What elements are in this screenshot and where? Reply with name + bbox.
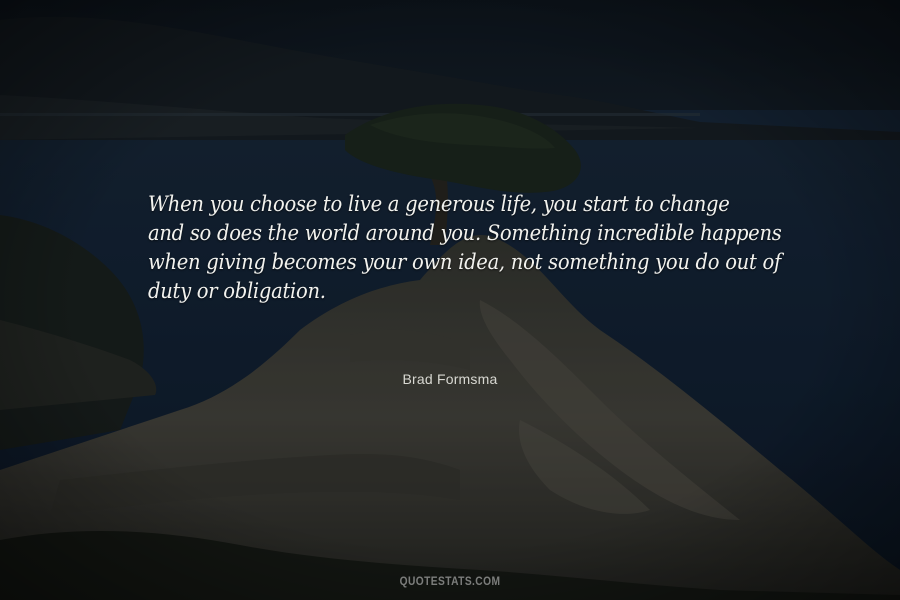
site-watermark: QUOTESTATS.COM <box>399 574 501 588</box>
quote-line: and so does the world around you. Someth… <box>148 221 782 245</box>
quote-line: When you choose to live a generous life,… <box>148 192 730 216</box>
quote-author: Brad Formsma <box>402 371 498 387</box>
quote-image: When you choose to live a generous life,… <box>0 0 900 600</box>
quote-line: when giving becomes your own idea, not s… <box>148 250 781 274</box>
quote-text: When you choose to live a generous life,… <box>148 190 782 306</box>
quote-line: duty or obligation. <box>148 279 326 303</box>
